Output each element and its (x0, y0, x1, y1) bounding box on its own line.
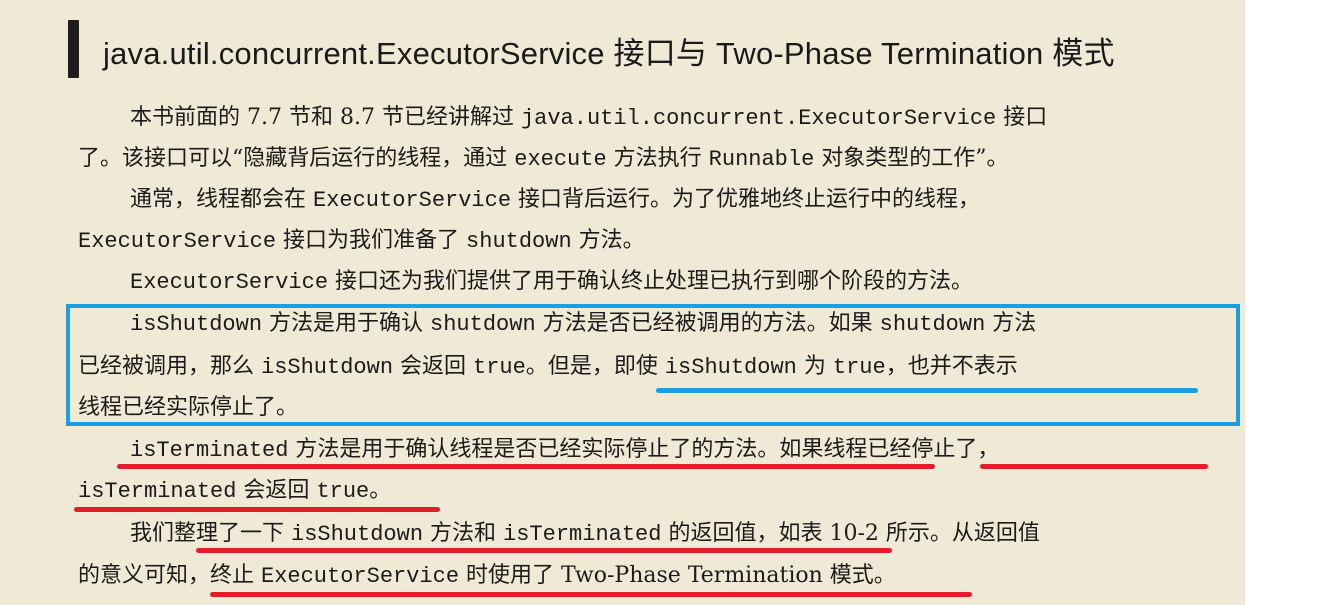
code: isShutdown (664, 355, 797, 380)
text: 方法是否已经被调用的方法。如果 (535, 311, 880, 336)
text: 线程已经实际停止了。 (78, 395, 299, 420)
text: 接口背后运行。为了优雅地终止运行中的线程， (511, 187, 981, 212)
text: 本书前面的 7.7 节和 8.7 节已经讲解过 (130, 105, 521, 130)
red-underline (74, 507, 440, 512)
paragraph-6-line-2: 的意义可知，终止 ExecutorService 时使用了 Two-Phase … (78, 561, 896, 592)
text: 接口 (996, 105, 1048, 130)
text: 接口还为我们提供了用于确认终止处理已执行到哪个阶段的方法。 (328, 269, 974, 294)
text: 对象类型的工作”。 (814, 146, 1009, 171)
paragraph-4-line-1: isShutdown 方法是用于确认 shutdown 方法是否已经被调用的方法… (130, 309, 1036, 340)
code: isTerminated (503, 522, 662, 547)
code: true (316, 479, 370, 504)
text: 的意义可知，终止 (78, 563, 261, 588)
text: 通常，线程都会在 (130, 187, 313, 212)
text: 会返回 (236, 478, 317, 503)
text: 已经被调用，那么 (78, 354, 261, 379)
text: 了。该接口可以“隐藏背后运行的线程，通过 (78, 146, 515, 171)
text: ，也并不表示 (885, 354, 1018, 379)
text: 方法和 (423, 521, 504, 546)
text: 为 (796, 354, 833, 379)
code: ExecutorService (261, 564, 460, 589)
code: ExecutorService (78, 229, 277, 254)
text: 方法是用于确认线程是否已经实际停止了的方法。如果线程已经停止了， (288, 437, 1000, 462)
code: isShutdown (130, 312, 263, 337)
text: 方法。 (571, 228, 645, 253)
paragraph-3-line-1: ExecutorService 接口还为我们提供了用于确认终止处理已执行到哪个阶… (130, 267, 973, 298)
text: 我们整理了一下 (130, 521, 291, 546)
text: 接口为我们准备了 (276, 228, 467, 253)
section-title: java.util.concurrent.ExecutorService 接口与… (103, 36, 1115, 71)
code: isTerminated (78, 479, 237, 504)
code: shutdown (466, 229, 572, 254)
code: execute (514, 147, 607, 172)
text: 方法是用于确认 (262, 311, 431, 336)
paragraph-5-line-2: isTerminated 会返回 true。 (78, 476, 391, 507)
red-underline (980, 464, 1208, 469)
text: 时使用了 Two-Phase Termination 模式。 (459, 563, 896, 588)
red-underline (196, 548, 892, 553)
paragraph-1-line-2: 了。该接口可以“隐藏背后运行的线程，通过 execute 方法执行 Runnab… (78, 144, 1009, 175)
paragraph-6-line-1: 我们整理了一下 isShutdown 方法和 isTerminated 的返回值… (130, 519, 1040, 550)
red-underline (210, 592, 972, 597)
text: 方法 (985, 311, 1037, 336)
text: 。但是，即使 (525, 354, 665, 379)
red-underline (117, 464, 935, 469)
paragraph-1-line-1: 本书前面的 7.7 节和 8.7 节已经讲解过 java.util.concur… (130, 103, 1047, 134)
paragraph-2-line-2: ExecutorService 接口为我们准备了 shutdown 方法。 (78, 226, 645, 257)
code: isTerminated (130, 438, 289, 463)
code: shutdown (879, 312, 986, 337)
code: Runnable (708, 147, 815, 172)
text: 的返回值，如表 10-2 所示。从返回值 (661, 521, 1040, 546)
code: isShutdown (291, 522, 424, 547)
code: isShutdown (261, 355, 394, 380)
paragraph-4-line-3: 线程已经实际停止了。 (78, 393, 298, 423)
code: ExecutorService (313, 188, 512, 213)
code: ExecutorService (130, 270, 329, 295)
code: true (473, 355, 526, 380)
paragraph-5-line-1: isTerminated 方法是用于确认线程是否已经实际停止了的方法。如果线程已… (130, 435, 999, 466)
text: 会返回 (393, 354, 474, 379)
code: shutdown (430, 312, 536, 337)
code: java.util.concurrent.ExecutorService (520, 106, 997, 131)
paragraph-2-line-1: 通常，线程都会在 ExecutorService 接口背后运行。为了优雅地终止运… (130, 185, 980, 216)
blue-underline (656, 388, 1198, 393)
book-page: java.util.concurrent.ExecutorService 接口与… (0, 0, 1245, 605)
text: 。 (369, 478, 392, 503)
code: true (832, 355, 886, 380)
paragraph-4-line-2: 已经被调用，那么 isShutdown 会返回 true。但是，即使 isShu… (78, 352, 1018, 383)
section-marker (68, 20, 79, 78)
text: 方法执行 (606, 146, 709, 171)
